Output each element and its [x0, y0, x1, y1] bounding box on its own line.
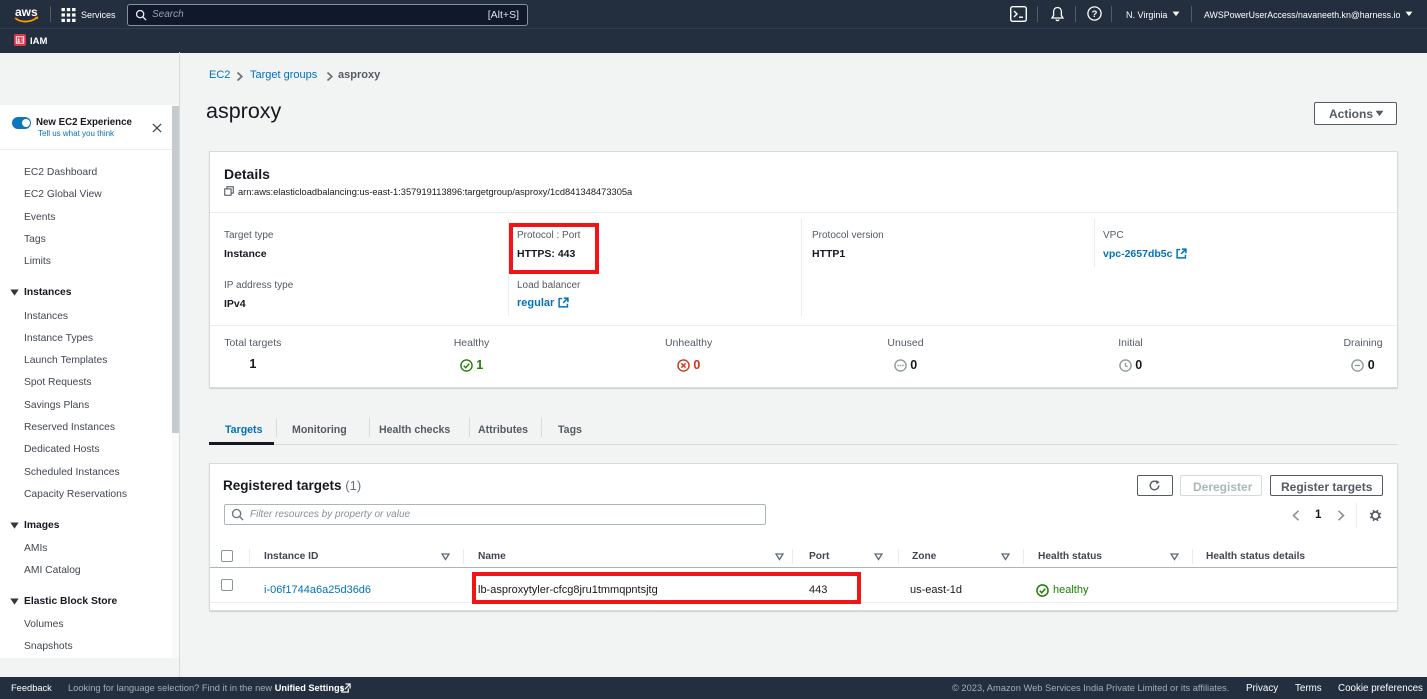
- svg-text:aws: aws: [15, 5, 38, 19]
- svg-text:?: ?: [1092, 9, 1098, 20]
